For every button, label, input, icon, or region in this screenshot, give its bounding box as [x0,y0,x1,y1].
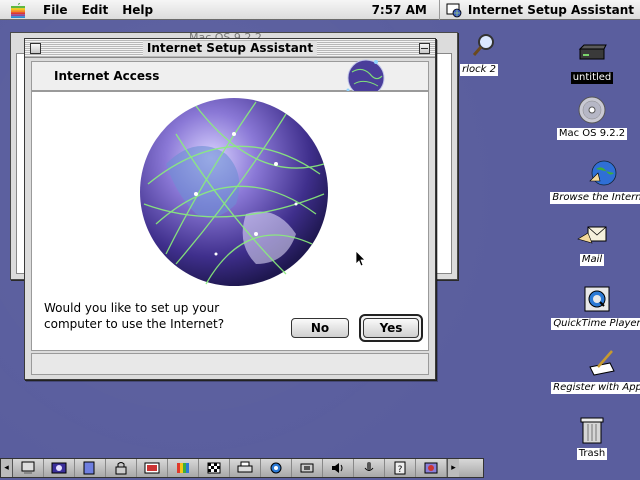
desktop-icon-label: Register with Apple [551,382,640,394]
control-strip: ◂ ? ▸ [0,458,484,478]
window-title: Internet Setup Assistant [142,41,318,56]
printer-icon [237,461,253,473]
desktop-icon-mail[interactable]: Mail [537,220,640,266]
desktop-icon-untitled[interactable]: untitled [537,38,640,84]
sound-volume-icon [332,463,343,473]
desktop-icon-label: QuickTime Player [551,318,640,330]
apple-icon [11,2,25,18]
desktop-icon-label: Mac OS 9.2.2 [556,128,628,140]
hard-disk-icon [578,44,607,60]
control-strip-item[interactable] [75,459,106,477]
sherlock-icon [472,34,494,56]
control-strip-item[interactable] [199,459,230,477]
desktop-icon-label: untitled [570,72,614,84]
section-header: Internet Access [31,59,429,97]
control-strip-item[interactable] [168,459,199,477]
close-box-button[interactable] [30,43,41,54]
register-icon [589,350,615,376]
control-strip-item[interactable] [44,459,75,477]
desktop-icon-label: Browse the Internet [550,192,640,204]
section-title: Internet Access [54,69,160,83]
quicktime-icon [584,286,610,312]
web-sharing-icon: ? [394,461,406,475]
svg-text:?: ? [398,465,403,475]
collapse-box-button[interactable] [419,43,430,54]
menu-clock[interactable]: 7:57 AM [364,0,440,20]
desktop-icon-mac-os-cd[interactable]: Mac OS 9.2.2 [537,94,640,140]
mouse-pointer-icon [355,250,366,267]
control-strip-item[interactable]: ? [385,459,416,477]
menu-bar: File Edit Help 7:57 AM Internet Setup As… [0,0,640,20]
computer-icon [21,461,35,474]
energy-saver-icon [424,462,438,474]
control-strip-collapse-tab[interactable]: ◂ [1,459,13,477]
menu-help[interactable]: Help [115,0,160,20]
keychain-icon [115,462,127,475]
monitor-bit-depth-icon [177,463,189,473]
monitor-resolution-icon [207,462,221,474]
control-strip-item[interactable] [292,459,323,477]
desktop-icon-quicktime[interactable]: QuickTime Player [537,284,640,330]
cd-icon [578,96,606,124]
desktop-icon-label: rlock 2 [460,64,498,76]
control-strip-end-tab[interactable]: ▸ [447,459,459,477]
menu-file[interactable]: File [36,0,75,20]
control-strip-item[interactable] [106,459,137,477]
assistant-navigation-bar [31,353,429,375]
control-strip-item[interactable] [261,459,292,477]
speech-icon [364,462,374,471]
trash-icon [580,417,604,444]
desktop-icon-label: Mail [579,254,605,266]
desktop-icon-trash[interactable]: Trash [537,414,640,460]
quicktime-strip-icon [270,462,282,474]
browser-globe-icon [589,160,617,186]
control-strip-item[interactable] [137,459,168,477]
control-strip-item[interactable] [354,459,385,477]
desktop-icon-label: Trash [576,448,608,460]
appletalk-icon [51,462,67,474]
control-strip-item[interactable] [13,459,44,477]
active-app-name: Internet Setup Assistant [467,2,634,17]
application-menu[interactable]: Internet Setup Assistant [440,0,640,20]
apple-menu[interactable] [0,0,36,20]
setup-question-text: Would you like to set up your computer t… [44,301,225,331]
mail-icon [577,226,607,244]
menu-edit[interactable]: Edit [75,0,116,20]
desktop-icon-browse-internet[interactable]: Browse the Internet [537,158,640,204]
control-strip-item[interactable] [323,459,354,477]
globe-network-icon [140,98,328,286]
internet-setup-assistant-window: Internet Setup Assistant Internet Access [24,38,436,380]
assistant-content-area: Would you like to set up your computer t… [31,91,429,351]
internet-setup-icon [446,3,462,17]
control-strip-item[interactable] [416,459,447,477]
control-strip-item[interactable] [230,459,261,477]
location-icon [144,462,160,474]
remote-access-icon [300,463,314,473]
file-sharing-icon [83,461,95,475]
yes-button[interactable]: Yes [363,318,419,338]
no-button[interactable]: No [291,318,349,338]
desktop-icon-register[interactable]: Register with Apple [537,348,640,394]
